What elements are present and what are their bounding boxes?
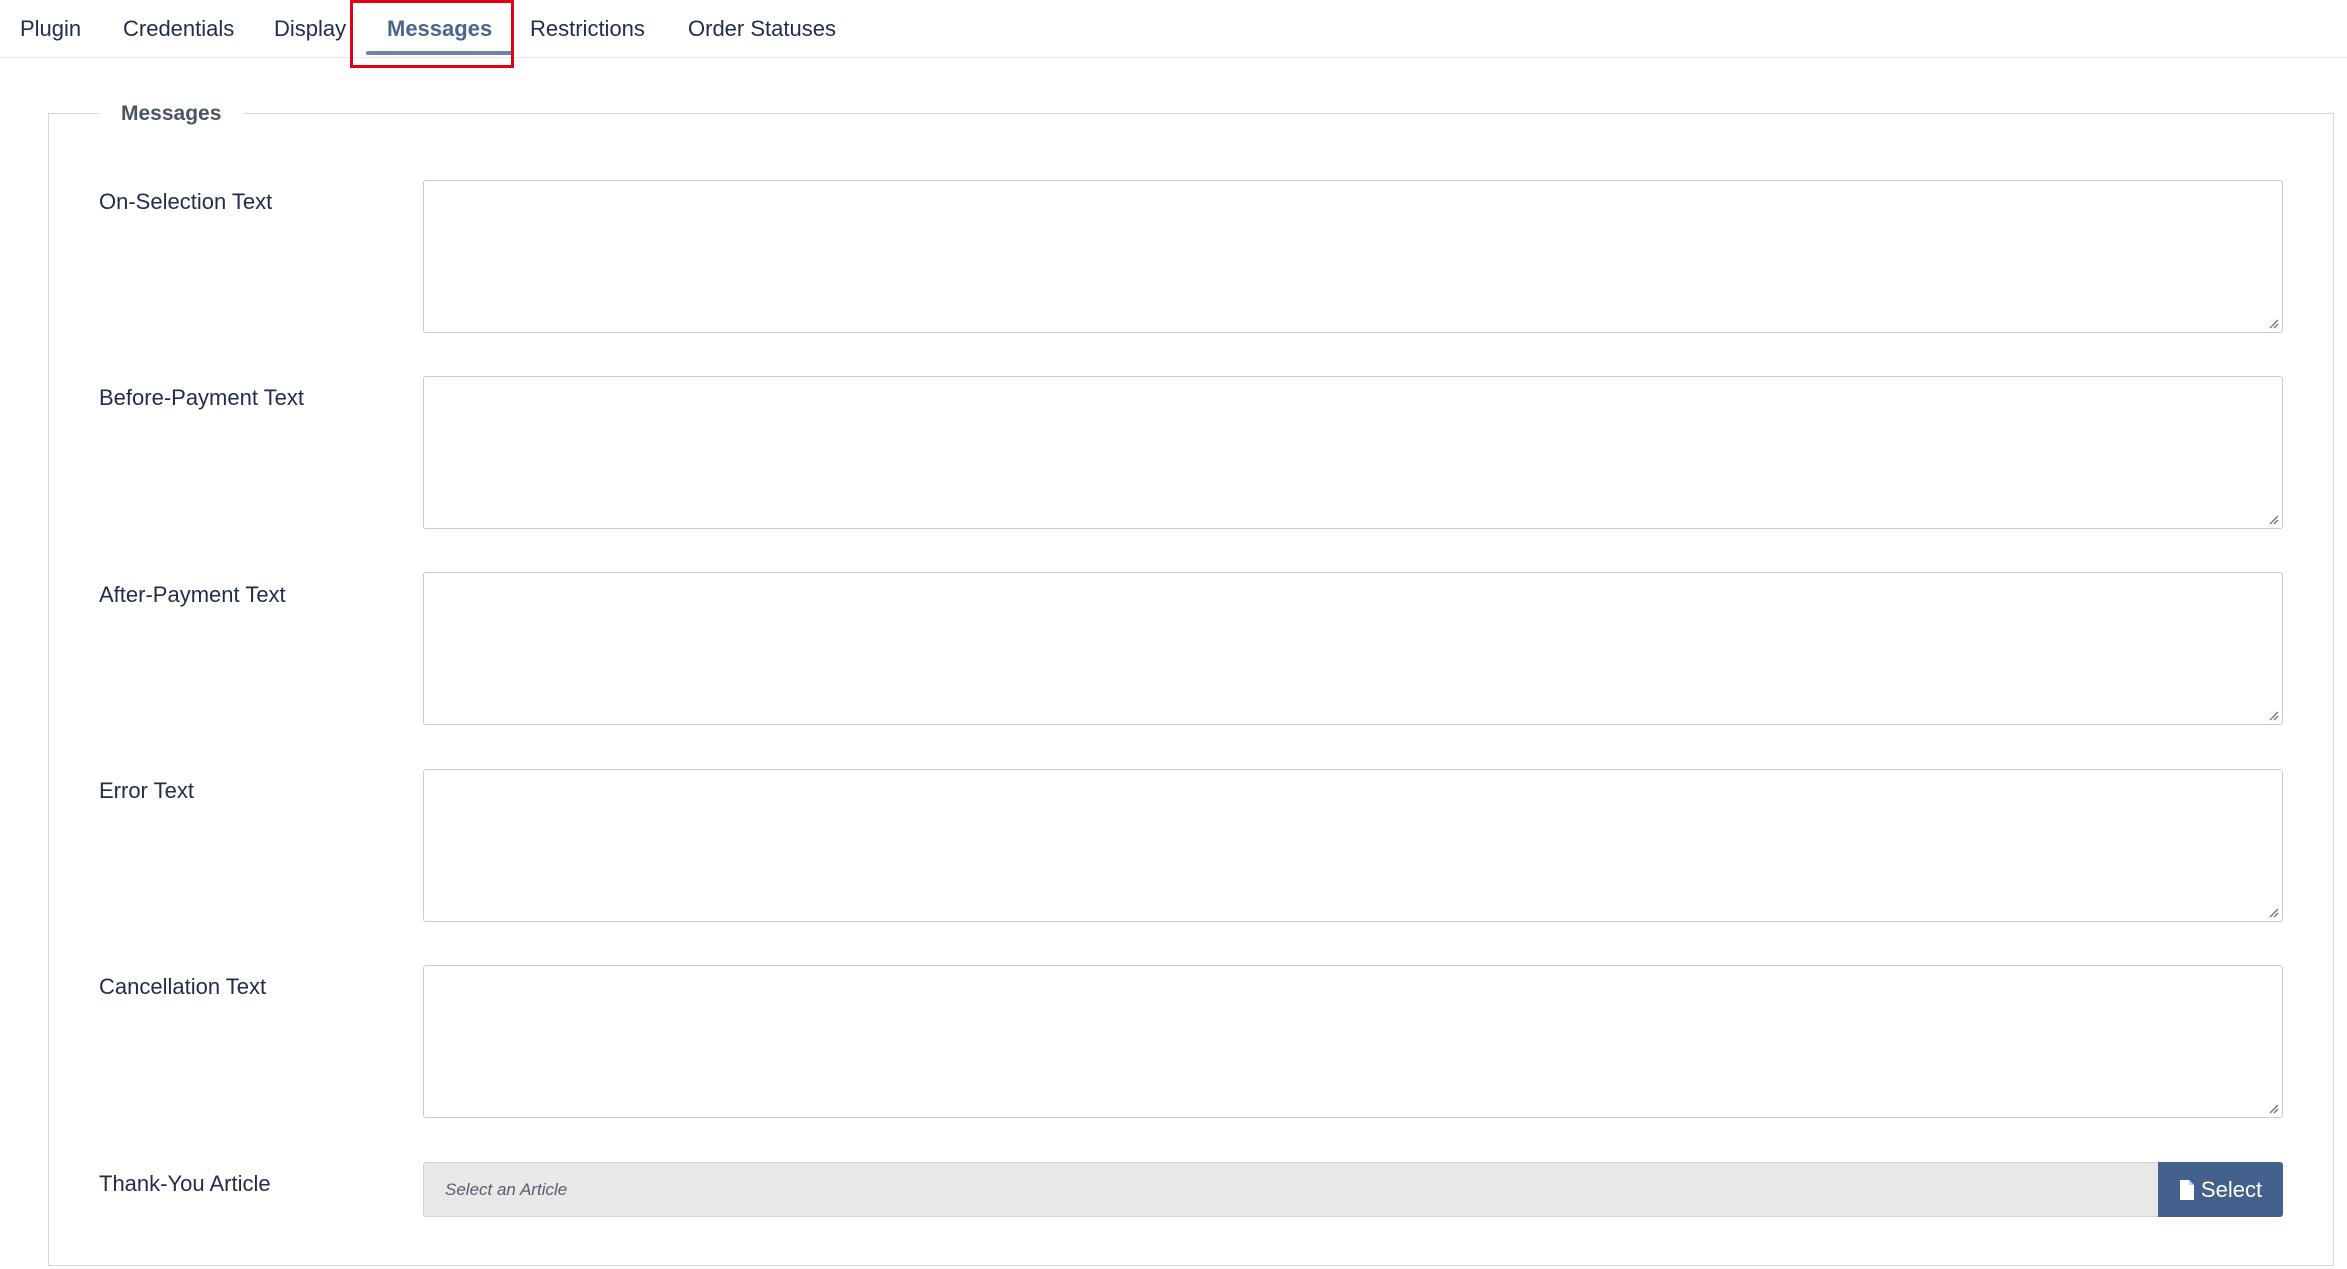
settings-tabs: Plugin Credentials Display Messages Rest… (0, 0, 2347, 58)
on-selection-text-input[interactable] (423, 180, 2283, 333)
fieldset-legend: Messages (99, 99, 244, 129)
select-button-label: Select (2200, 1176, 2263, 1202)
on-selection-text-label: On-Selection Text (99, 189, 273, 214)
before-payment-text-input[interactable] (423, 376, 2283, 529)
after-payment-text-input[interactable] (423, 572, 2283, 725)
error-text-label: Error Text (99, 778, 194, 803)
thank-you-article-label: Thank-You Article (99, 1171, 271, 1196)
thank-you-article-input[interactable] (423, 1162, 2158, 1217)
error-text-input[interactable] (423, 769, 2283, 922)
after-payment-text-label: After-Payment Text (99, 582, 286, 607)
before-payment-text-label: Before-Payment Text (99, 385, 305, 410)
file-icon (2179, 1179, 2194, 1200)
cancellation-text-label: Cancellation Text (99, 974, 267, 999)
tab-order-statuses[interactable]: Order Statuses (688, 0, 836, 57)
plugin-settings-page: Plugin Credentials Display Messages Rest… (0, 0, 2347, 1269)
tab-display[interactable]: Display (274, 0, 346, 57)
select-article-button[interactable]: Select (2158, 1162, 2283, 1217)
tab-restrictions[interactable]: Restrictions (530, 0, 645, 57)
cancellation-text-input[interactable] (423, 965, 2283, 1118)
tab-plugin[interactable]: Plugin (20, 0, 81, 57)
tab-credentials[interactable]: Credentials (123, 0, 234, 57)
tab-messages[interactable]: Messages (365, 0, 514, 57)
